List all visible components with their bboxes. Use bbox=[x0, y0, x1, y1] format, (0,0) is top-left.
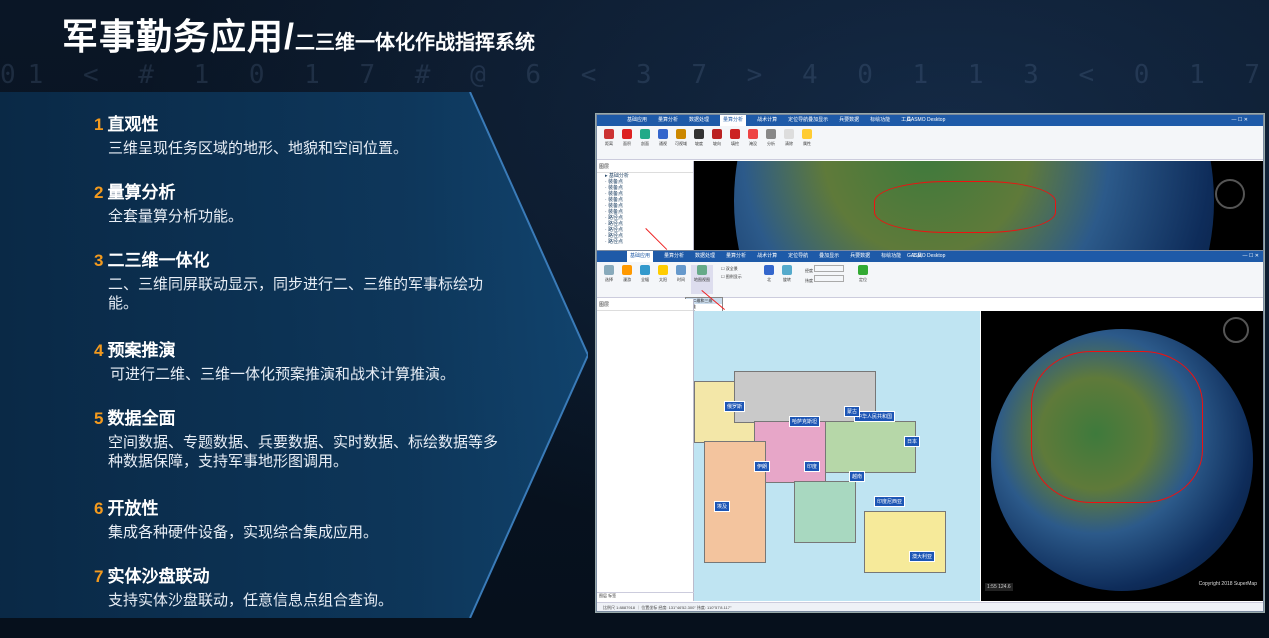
copyright-label: Copyright 2018 SuperMap bbox=[1198, 581, 1257, 587]
title-sub: 二三维一体化作战指挥系统 bbox=[295, 32, 536, 54]
ribbon-button[interactable]: 通视 bbox=[655, 129, 671, 156]
feature-title: 开放性 bbox=[107, 499, 159, 518]
checkbox-group[interactable]: ☐ 双全景 ☐ 图例显示 bbox=[721, 265, 761, 294]
feature-item: 7 实体沙盘联动 支持实体沙盘联动，任意信息点组合查询。 bbox=[94, 562, 393, 610]
ribbon-button[interactable]: 时间 bbox=[673, 265, 689, 294]
ribbon-button[interactable]: 距离 bbox=[601, 129, 617, 156]
feature-title: 直观性 bbox=[107, 115, 159, 134]
ribbon-button[interactable]: 坡度 bbox=[691, 129, 707, 156]
globe-view-3d[interactable] bbox=[694, 161, 1263, 251]
ribbon-button[interactable]: 分析 bbox=[763, 129, 779, 156]
ribbon-button[interactable]: 旋转 bbox=[779, 265, 795, 294]
window-titlebar: 基础应用量算分析数据处理量算分析战术计算定位导航叠加显示兵要数据标绘功能工具 G… bbox=[597, 251, 1263, 262]
feature-desc: 二、三维同屏联动显示，同步进行二、三维的军事标绘功能。 bbox=[108, 276, 484, 312]
layer-panel: 图层 图层 标签 bbox=[597, 299, 695, 601]
ribbon-button[interactable]: 属性 bbox=[799, 129, 815, 156]
feature-number: 4 bbox=[94, 341, 104, 360]
ribbon-toolbar: 距离 面积 剖面 通视 可视域 坡度 坡向 填挖 淹没 分析 清除 属性 bbox=[597, 126, 1263, 160]
locate-button[interactable]: 定位 bbox=[855, 265, 871, 294]
feature-item: 1 直观性 三维呈现任务区域的地形、地貌和空间位置。 bbox=[94, 110, 408, 158]
ribbon-button[interactable]: 淹没 bbox=[745, 129, 761, 156]
app-screenshot: 基础应用 量算分析 数据处理 量算分析 战术计算 定位导航叠加显示 兵要数据 标绘功能 工具 G… bbox=[595, 113, 1265, 613]
ribbon-button[interactable]: 面积 bbox=[619, 129, 635, 156]
feature-number: 5 bbox=[94, 409, 104, 428]
status-bar: 比例尺 1:8887918 ｜ 位置坐标 经度: 131°46'52.300" … bbox=[597, 602, 1263, 611]
feature-number: 6 bbox=[94, 499, 104, 518]
feature-desc: 支持实体沙盘联动，任意信息点组合查询。 bbox=[108, 592, 394, 609]
feature-title: 预案推演 bbox=[107, 341, 176, 360]
select-button[interactable]: 选择 bbox=[601, 265, 617, 294]
ribbon-button[interactable]: 全幅 bbox=[637, 265, 653, 294]
feature-title: 数据全面 bbox=[107, 409, 176, 428]
feature-number: 2 bbox=[94, 183, 104, 202]
feature-desc: 集成各种硬件设备，实现综合集成应用。 bbox=[108, 524, 379, 541]
feature-item: 6 开放性 集成各种硬件设备，实现综合集成应用。 bbox=[94, 494, 378, 542]
scale-label: 1:55 124.6 bbox=[985, 583, 1013, 591]
map-view-2d[interactable]: 中华人民共和国 蒙古 哈萨克斯坦 俄罗斯 澳大利亚 印度 伊朗 埃及 越南 日本… bbox=[694, 311, 980, 601]
window-title: GASMO Desktop bbox=[907, 253, 946, 259]
feature-item: 2 量算分析 全套量算分析功能。 bbox=[94, 178, 243, 226]
ribbon-button[interactable]: 清除 bbox=[781, 129, 797, 156]
app-window-3d: 基础应用 量算分析 数据处理 量算分析 战术计算 定位导航叠加显示 兵要数据 标绘功能 工具 G… bbox=[596, 114, 1264, 252]
title-main: 军事勤务应用/ bbox=[62, 16, 296, 57]
layer-tree-panel: 图层 ▸ 基础分析 · 装备点 · 装备点 · 装备点 · 装备点 · 装备点 · 装备点 ·… bbox=[597, 161, 694, 251]
ribbon-button[interactable]: 填挖 bbox=[727, 129, 743, 156]
feature-number: 3 bbox=[94, 251, 104, 270]
feature-number: 7 bbox=[94, 567, 104, 586]
feature-desc: 可进行二维、三维一体化预案推演和战术计算推演。 bbox=[110, 366, 456, 383]
feature-title: 实体沙盘联动 bbox=[107, 567, 210, 586]
feature-number: 1 bbox=[94, 115, 104, 134]
window-title: GASMO Desktop bbox=[907, 117, 946, 123]
feature-desc: 空间数据、专题数据、兵要数据、实时数据、标绘数据等多种数据保障，支持军事地形图调… bbox=[108, 434, 499, 470]
page-title: 军事勤务应用/二三维一体化作战指挥系统 bbox=[62, 8, 535, 60]
ribbon-button[interactable]: 漫游 bbox=[619, 265, 635, 294]
feature-desc: 全套量算分析功能。 bbox=[108, 208, 244, 225]
coordinate-inputs[interactable]: 经度 纬度 bbox=[805, 265, 855, 294]
feature-title: 二三维一体化 bbox=[107, 251, 210, 270]
ribbon-button[interactable]: 可视域 bbox=[673, 129, 689, 156]
globe-view-3d[interactable]: Copyright 2018 SuperMap bbox=[981, 311, 1263, 601]
feature-item: 3 二三维一体化 二、三维同屏联动显示，同步进行二、三维的军事标绘功能。 bbox=[94, 246, 514, 313]
ribbon-button[interactable]: 北 bbox=[761, 265, 777, 294]
ribbon-button[interactable]: 剖面 bbox=[637, 129, 653, 156]
app-window-linked: 基础应用 量算分析 数据处理 量算分析 战术计算 定位导航 叠加显示 兵要数据 标绘功能 工具 G… bbox=[596, 250, 1264, 612]
ribbon-button[interactable]: 坡向 bbox=[709, 129, 725, 156]
feature-desc: 三维呈现任务区域的地形、地貌和空间位置。 bbox=[108, 140, 409, 157]
window-titlebar: 基础应用量算分析数据处理量算分析战术计算定位导航叠加显示兵要数据标绘功能工具 G… bbox=[597, 115, 1263, 126]
feature-title: 量算分析 bbox=[107, 183, 176, 202]
feature-item: 4 预案推演 可进行二维、三维一体化预案推演和战术计算推演。 bbox=[94, 336, 455, 384]
feature-item: 5 数据全面 空间数据、专题数据、兵要数据、实时数据、标绘数据等多种数据保障，支持… bbox=[94, 404, 514, 471]
ribbon-button[interactable]: 太阳 bbox=[655, 265, 671, 294]
ribbon-toolbar: 选择 漫游 全幅 太阳 时间 地图视图 ☐ 双全景 ☐ 图例显示 北 旋转 经度 … bbox=[597, 262, 1263, 298]
